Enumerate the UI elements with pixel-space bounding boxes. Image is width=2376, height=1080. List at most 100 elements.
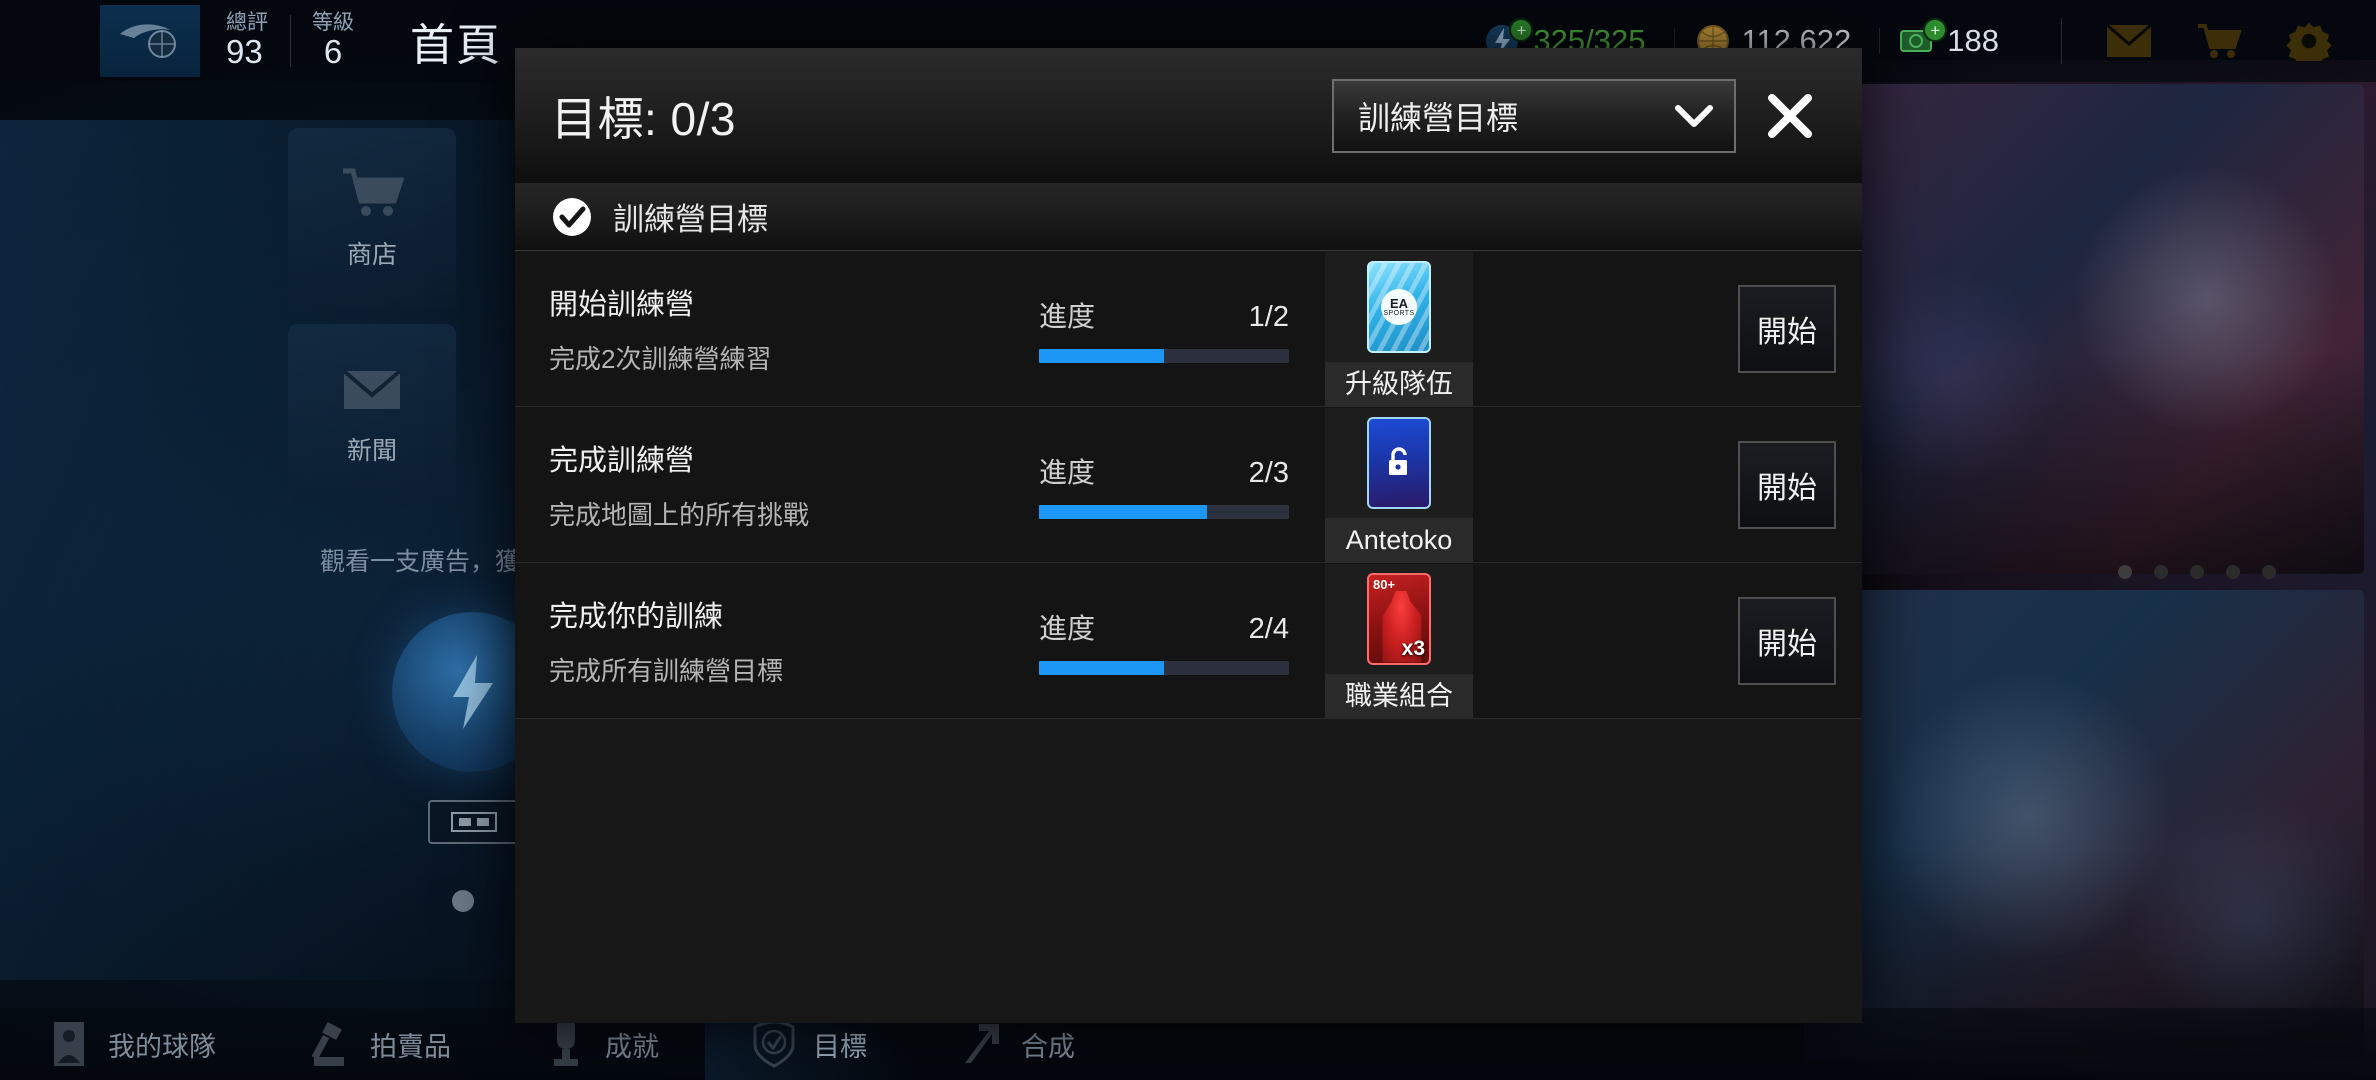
gear-icon[interactable]: [2286, 21, 2332, 61]
task-title: 完成你的訓練: [549, 601, 724, 633]
reward-name: Antetoko: [1325, 517, 1473, 562]
task-text-block: 完成訓練營 完成地圖上的所有挑戰: [549, 437, 1019, 532]
dialog-header: 目標: 0/3 訓練營目標: [515, 48, 1862, 183]
nav-item-auction[interactable]: 拍賣品: [262, 1008, 497, 1080]
task-progress-label: 進度: [1039, 612, 1096, 644]
top-bar-icons: [2031, 18, 2376, 64]
objective-category-value: 訓練營目標: [1358, 99, 1519, 136]
reward-multiplier: x3: [1401, 636, 1425, 660]
task-progress: 進度 1/2: [1039, 295, 1289, 363]
progress-bar-track: [1039, 660, 1289, 675]
ea-sports-logo-icon: EA SPORTS: [1381, 288, 1417, 325]
objective-section-title: 訓練營目標: [613, 202, 768, 237]
carousel-dot[interactable]: [2262, 565, 2276, 579]
mail-icon[interactable]: [2106, 21, 2152, 61]
start-button[interactable]: 開始: [1738, 440, 1836, 529]
trophy-icon: [554, 1023, 578, 1066]
task-progress-fraction: 2/4: [1248, 612, 1289, 645]
task-reward[interactable]: Antetoko: [1325, 407, 1473, 562]
side-tile-shop[interactable]: 商店: [288, 128, 456, 308]
task-reward[interactable]: EA SPORTS 升級隊伍: [1325, 251, 1473, 406]
auction-icon: [311, 1021, 344, 1066]
nav-item-exchange-label: 合成: [1021, 1031, 1075, 1062]
task-progress-label: 進度: [1039, 456, 1096, 488]
reward-name: 職業組合: [1325, 673, 1473, 718]
slider-handle[interactable]: [452, 890, 474, 912]
start-button[interactable]: 開始: [1738, 284, 1836, 373]
table-row[interactable]: 完成訓練營 完成地圖上的所有挑戰 進度 2/3 Antetoko 開始: [515, 407, 1862, 563]
page-title: 首頁: [410, 21, 502, 70]
reward-rating-badge: 80+: [1373, 576, 1396, 592]
start-button[interactable]: 開始: [1738, 596, 1836, 685]
objective-task-list: 開始訓練營 完成2次訓練營練習 進度 1/2 EA SPORTS 升級隊伍 開始…: [515, 251, 1862, 1023]
carousel-dot[interactable]: [2226, 565, 2240, 579]
table-row[interactable]: 完成你的訓練 完成所有訓練營目標 進度 2/4 80+ x3 職業組合 開始: [515, 563, 1862, 719]
energy-plus-badge[interactable]: +: [1509, 18, 1534, 42]
carousel-dot[interactable]: [2118, 565, 2132, 579]
player-card-icon: [54, 1022, 84, 1066]
cash-value: 188: [1947, 23, 1999, 58]
nav-item-my-team[interactable]: 我的球隊: [0, 1008, 262, 1080]
table-row[interactable]: 開始訓練營 完成2次訓練營練習 進度 1/2 EA SPORTS 升級隊伍 開始: [515, 251, 1862, 407]
magic-logo-icon: [120, 24, 176, 58]
progress-bar-track: [1039, 504, 1289, 519]
side-shortcut-tiles: 商店 新聞: [288, 128, 456, 520]
task-progress: 進度 2/3: [1039, 451, 1289, 519]
reward-artwork: [1325, 408, 1473, 518]
reward-artwork: 80+ x3: [1325, 564, 1473, 674]
objectives-check-icon: [753, 1020, 795, 1068]
side-tile-shop-label: 商店: [346, 241, 397, 269]
exchange-icon: [965, 1024, 999, 1063]
promo-banner-bottom[interactable]: [1804, 590, 2364, 1060]
nav-item-achievements-label: 成就: [605, 1031, 659, 1062]
team-level-label: 等級: [312, 11, 354, 35]
promo-banner-top[interactable]: [1804, 84, 2364, 574]
task-progress-label: 進度: [1039, 300, 1096, 332]
mail-icon: [342, 369, 402, 409]
nav-item-objectives-label: 目標: [813, 1031, 867, 1062]
task-description: 完成所有訓練營目標: [549, 656, 784, 686]
task-description: 完成地圖上的所有挑戰: [549, 500, 810, 530]
locked-player-card-icon: [1367, 416, 1431, 509]
team-level-value: 6: [323, 33, 343, 71]
team-logo[interactable]: [100, 5, 200, 77]
task-progress-fraction: 2/3: [1248, 456, 1289, 489]
task-description: 完成2次訓練營練習: [549, 344, 772, 374]
check-circle-icon: [553, 197, 591, 236]
carousel-dot[interactable]: [2154, 565, 2168, 579]
currency-cash[interactable]: + 188: [1879, 18, 2017, 62]
task-text-block: 開始訓練營 完成2次訓練營練習: [549, 281, 1019, 376]
ea-sports-pack-icon: EA SPORTS: [1367, 260, 1431, 353]
dialog-header-controls: 訓練營目標: [1332, 78, 1826, 153]
objective-section-header: 訓練營目標: [515, 183, 1862, 251]
team-rating: 總評 93: [204, 11, 290, 70]
progress-bar-fill: [1039, 504, 1207, 519]
task-title: 完成訓練營: [549, 445, 695, 477]
carousel-dot[interactable]: [2190, 565, 2204, 579]
reward-name: 升級隊伍: [1325, 361, 1473, 406]
nav-item-my-team-label: 我的球隊: [108, 1031, 216, 1062]
side-tile-news-label: 新聞: [346, 437, 397, 465]
task-progress: 進度 2/4: [1039, 607, 1289, 675]
reward-artwork: EA SPORTS: [1325, 252, 1473, 362]
close-icon[interactable]: [1762, 88, 1818, 144]
task-progress-header: 進度 1/2: [1039, 295, 1289, 335]
task-progress-fraction: 1/2: [1248, 300, 1289, 333]
video-ad-button[interactable]: [428, 800, 520, 844]
cart-icon: [343, 168, 404, 216]
carousel-dots[interactable]: [2118, 565, 2276, 579]
team-level: 等級 6: [290, 11, 376, 70]
progress-bar-fill: [1039, 348, 1164, 363]
team-stats: 總評 93 等級 6: [204, 11, 376, 70]
team-rating-label: 總評: [226, 11, 268, 35]
task-title: 開始訓練營: [549, 289, 695, 321]
task-reward[interactable]: 80+ x3 職業組合: [1325, 563, 1473, 718]
cart-icon[interactable]: [2196, 21, 2242, 61]
film-icon: [451, 812, 497, 832]
objective-category-dropdown[interactable]: 訓練營目標: [1332, 78, 1736, 153]
lightning-bolt-icon: [453, 655, 493, 729]
progress-bar-track: [1039, 348, 1289, 363]
side-tile-news[interactable]: 新聞: [288, 324, 456, 504]
task-text-block: 完成你的訓練 完成所有訓練營目標: [549, 593, 1019, 688]
cash-plus-badge[interactable]: +: [1923, 18, 1948, 42]
